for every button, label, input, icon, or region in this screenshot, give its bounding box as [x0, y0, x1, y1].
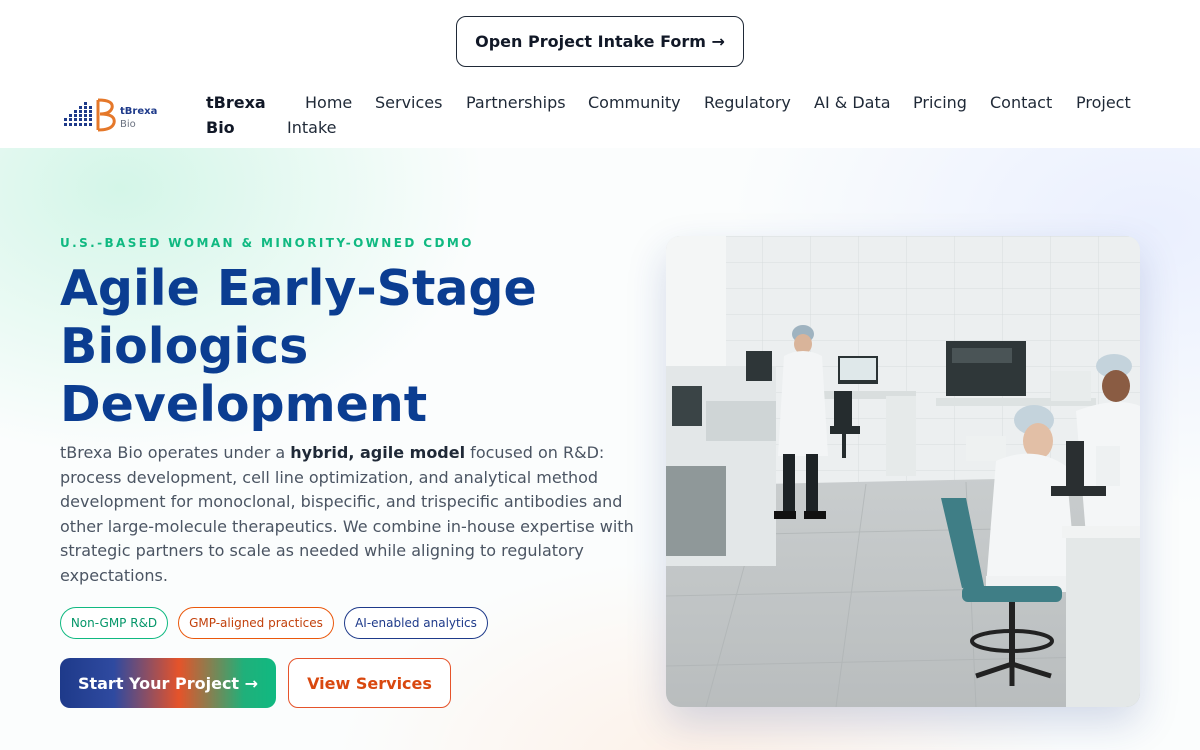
brand-name-line2: Bio — [206, 118, 235, 137]
lab-scene-image — [666, 236, 1140, 707]
nav-contact[interactable]: Contact — [990, 90, 1052, 115]
nav-regulatory[interactable]: Regulatory — [704, 90, 791, 115]
hero-description: tBrexa Bio operates under a hybrid, agil… — [60, 441, 650, 589]
chip-gmp-aligned: GMP-aligned practices — [178, 607, 334, 639]
brand-logo[interactable]: tBrexa Bio — [62, 96, 162, 136]
hero-desc-part2: focused on R&D: process development, cel… — [60, 443, 634, 585]
hero-desc-bold: hybrid, agile model — [290, 443, 466, 462]
chip-ai-enabled: AI-enabled analytics — [344, 607, 488, 639]
open-intake-form-button[interactable]: Open Project Intake Form → — [456, 16, 744, 67]
nav-community[interactable]: Community — [588, 90, 681, 115]
hero-desc-part1: tBrexa Bio operates under a — [60, 443, 291, 462]
hero-title-line1: Agile Early-Stage — [60, 260, 537, 317]
nav-ai-data[interactable]: AI & Data — [814, 90, 891, 115]
nav-partnerships[interactable]: Partnerships — [466, 90, 566, 115]
nav-pricing[interactable]: Pricing — [913, 90, 967, 115]
hero-title-line3: Development — [60, 376, 428, 433]
logo-text-bottom: Bio — [120, 119, 136, 130]
hero-lab-photo — [666, 236, 1140, 707]
view-services-button[interactable]: View Services — [288, 658, 451, 708]
nav-project-intake[interactable]: Project — [1076, 90, 1131, 115]
logo-text-top: tBrexa — [120, 106, 157, 117]
brand-name[interactable]: tBrexa Bio — [206, 90, 276, 140]
nav-project-intake-line2[interactable]: Intake — [287, 115, 336, 140]
hero-title: Agile Early-Stage Biologics Development — [60, 260, 620, 434]
start-project-button[interactable]: Start Your Project → — [60, 658, 276, 708]
hero-title-line2: Biologics — [60, 318, 309, 375]
logo-mark-icon: tBrexa Bio — [64, 98, 157, 132]
nav-home[interactable]: Home — [305, 90, 352, 115]
site-header: tBrexa Bio tBrexa Bio Home Services Part… — [0, 84, 1200, 148]
nav-services[interactable]: Services — [375, 90, 442, 115]
chip-non-gmp: Non-GMP R&D — [60, 607, 168, 639]
top-bar: Open Project Intake Form → — [0, 0, 1200, 84]
brand-name-line1: tBrexa — [206, 93, 266, 112]
hero-eyebrow: U.S.-BASED WOMAN & MINORITY-OWNED CDMO — [60, 236, 474, 250]
